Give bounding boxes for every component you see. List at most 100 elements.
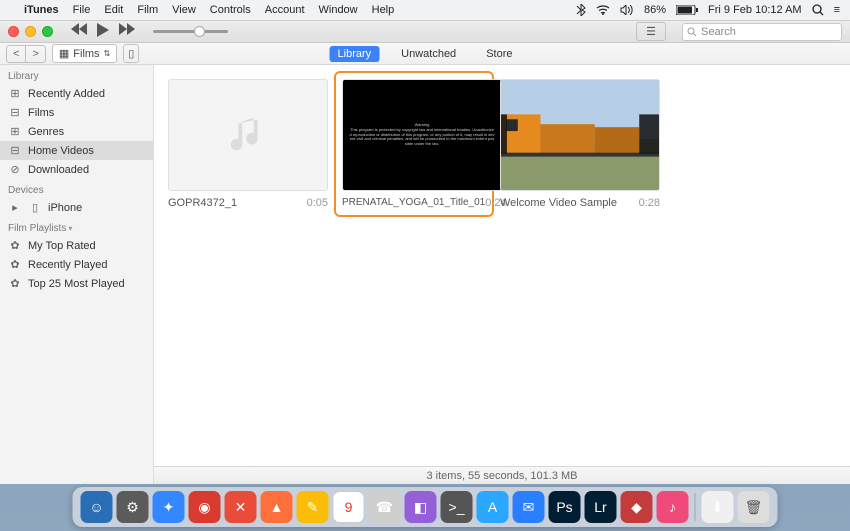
nav-forward-button[interactable]: > xyxy=(26,46,44,62)
media-kind-label: Films xyxy=(73,48,99,60)
gear-icon: ✿ xyxy=(8,239,22,252)
gear-icon: ✿ xyxy=(8,277,22,290)
video-item[interactable]: GOPR4372_1 0:05 xyxy=(168,79,328,209)
video-thumbnail-placeholder xyxy=(168,79,328,191)
menu-account[interactable]: Account xyxy=(265,4,305,16)
tab-store[interactable]: Store xyxy=(478,46,520,62)
play-button[interactable] xyxy=(97,23,109,40)
video-item-selected[interactable]: WarningThis program is protected by copy… xyxy=(334,71,494,217)
sidebar-item-downloaded[interactable]: ⊘Downloaded xyxy=(0,160,153,179)
notifications-icon[interactable]: ≡ xyxy=(834,4,840,16)
sidebar-item-my-top-rated[interactable]: ✿My Top Rated xyxy=(0,236,153,255)
dock-app-terminal[interactable]: >_ xyxy=(441,491,473,523)
video-duration: 0:05 xyxy=(307,197,328,209)
iphone-icon: ▯ xyxy=(28,201,42,214)
sidebar-item-recently-played[interactable]: ✿Recently Played xyxy=(0,255,153,274)
dock-app-2[interactable]: ✕ xyxy=(225,491,257,523)
battery-icon[interactable] xyxy=(676,5,698,15)
home-videos-icon: ⊟ xyxy=(8,144,22,157)
downloaded-icon: ⊘ xyxy=(8,163,22,176)
video-title: Welcome Video Sample xyxy=(500,197,617,209)
sidebar-item-iphone[interactable]: ▸▯iPhone xyxy=(0,198,153,217)
video-thumbnail: WarningThis program is protected by copy… xyxy=(342,79,502,191)
itunes-window: ☰ Search < > ▦ Films ⇅ ▯ Library Unwatch… xyxy=(0,20,850,484)
nav-back-button[interactable]: < xyxy=(7,46,26,62)
gear-icon: ✿ xyxy=(8,258,22,271)
titlebar: ☰ Search xyxy=(0,21,850,43)
menu-file[interactable]: File xyxy=(73,4,91,16)
sidebar-item-films[interactable]: ⊟Films xyxy=(0,103,153,122)
dock-app-contacts[interactable]: ☎ xyxy=(369,491,401,523)
sidebar-header-devices: Devices xyxy=(0,179,153,198)
menu-controls[interactable]: Controls xyxy=(210,4,251,16)
dock-app-photoshop[interactable]: Ps xyxy=(549,491,581,523)
menu-edit[interactable]: Edit xyxy=(104,4,123,16)
list-view-button[interactable]: ☰ xyxy=(636,22,666,41)
sidebar-item-top-25[interactable]: ✿Top 25 Most Played xyxy=(0,274,153,293)
macos-menubar: iTunes File Edit Film View Controls Acco… xyxy=(0,0,850,20)
forward-button[interactable] xyxy=(119,23,135,40)
dock-app-downloads[interactable]: ⬇ xyxy=(702,491,734,523)
dock-app-mail[interactable]: ✉ xyxy=(513,491,545,523)
datetime[interactable]: Fri 9 Feb 10:12 AM xyxy=(708,4,802,16)
dock-app-itunes[interactable]: ♪ xyxy=(657,491,689,523)
dock-separator xyxy=(695,493,696,521)
rewind-button[interactable] xyxy=(71,23,87,40)
close-button[interactable] xyxy=(8,26,19,37)
video-title: GOPR4372_1 xyxy=(168,197,237,209)
dock-app-chrome[interactable]: ◉ xyxy=(189,491,221,523)
sidebar-item-home-videos[interactable]: ⊟Home Videos xyxy=(0,141,153,160)
dock-app-appstore[interactable]: A xyxy=(477,491,509,523)
chevron-updown-icon: ⇅ xyxy=(104,49,111,58)
tab-library[interactable]: Library xyxy=(330,46,380,62)
content-area: GOPR4372_1 0:05 WarningThis program is pr… xyxy=(154,65,850,484)
sidebar-header-playlists[interactable]: Film Playlists xyxy=(0,217,153,236)
wifi-icon[interactable] xyxy=(596,5,610,15)
menu-help[interactable]: Help xyxy=(372,4,395,16)
thumbnail-text: WarningThis program is protected by copy… xyxy=(349,123,495,147)
volume-icon[interactable] xyxy=(620,5,634,15)
sidebar-item-recently-added[interactable]: ⊞Recently Added xyxy=(0,84,153,103)
media-kind-dropdown[interactable]: ▦ Films ⇅ xyxy=(52,44,117,63)
menu-view[interactable]: View xyxy=(172,4,196,16)
device-button[interactable]: ▯ xyxy=(123,44,139,63)
genres-icon: ⊞ xyxy=(8,125,22,138)
window-controls xyxy=(8,26,53,37)
film-icon: ▦ xyxy=(59,47,69,60)
dock-app-4[interactable]: ◧ xyxy=(405,491,437,523)
dock-app-3[interactable]: ▲ xyxy=(261,491,293,523)
grid-icon: ⊞ xyxy=(8,87,22,100)
menu-film[interactable]: Film xyxy=(137,4,158,16)
dock-app-5[interactable]: ◆ xyxy=(621,491,653,523)
tab-unwatched[interactable]: Unwatched xyxy=(393,46,464,62)
dock-app-trash[interactable]: 🗑 xyxy=(738,491,770,523)
dock-app-finder[interactable]: ☺ xyxy=(81,491,113,523)
dock: ☺ ⚙ ✦ ◉ ✕ ▲ ✎ 9 ☎ ◧ >_ A ✉ Ps Lr ◆ ♪ ⬇ 🗑 xyxy=(73,487,778,527)
minimize-button[interactable] xyxy=(25,26,36,37)
spotlight-icon[interactable] xyxy=(812,4,824,16)
video-grid: GOPR4372_1 0:05 WarningThis program is pr… xyxy=(154,65,850,466)
zoom-button[interactable] xyxy=(42,26,53,37)
dock-app-lightroom[interactable]: Lr xyxy=(585,491,617,523)
app-name[interactable]: iTunes xyxy=(24,4,59,16)
section-tabs: Library Unwatched Store xyxy=(330,46,521,62)
expand-icon[interactable]: ▸ xyxy=(8,201,22,214)
video-item[interactable]: Welcome Video Sample 0:28 xyxy=(500,79,660,209)
video-title: PRENATAL_YOGA_01_Title_01 xyxy=(342,197,485,209)
search-placeholder: Search xyxy=(701,26,736,38)
dock-app-preferences[interactable]: ⚙ xyxy=(117,491,149,523)
search-input[interactable]: Search xyxy=(682,23,842,41)
battery-percent: 86% xyxy=(644,4,666,16)
menu-window[interactable]: Window xyxy=(319,4,358,16)
dock-app-notes[interactable]: ✎ xyxy=(297,491,329,523)
status-bar: 3 items, 55 seconds, 101.3 MB xyxy=(154,466,850,484)
volume-slider[interactable] xyxy=(153,30,228,33)
sidebar: Library ⊞Recently Added ⊟Films ⊞Genres ⊟… xyxy=(0,65,154,484)
dock-app-safari[interactable]: ✦ xyxy=(153,491,185,523)
video-duration: 0:28 xyxy=(639,197,660,209)
films-icon: ⊟ xyxy=(8,106,22,119)
sidebar-item-genres[interactable]: ⊞Genres xyxy=(0,122,153,141)
dock-app-calendar[interactable]: 9 xyxy=(333,491,365,523)
bluetooth-icon[interactable] xyxy=(576,4,586,16)
playback-controls xyxy=(71,23,135,40)
